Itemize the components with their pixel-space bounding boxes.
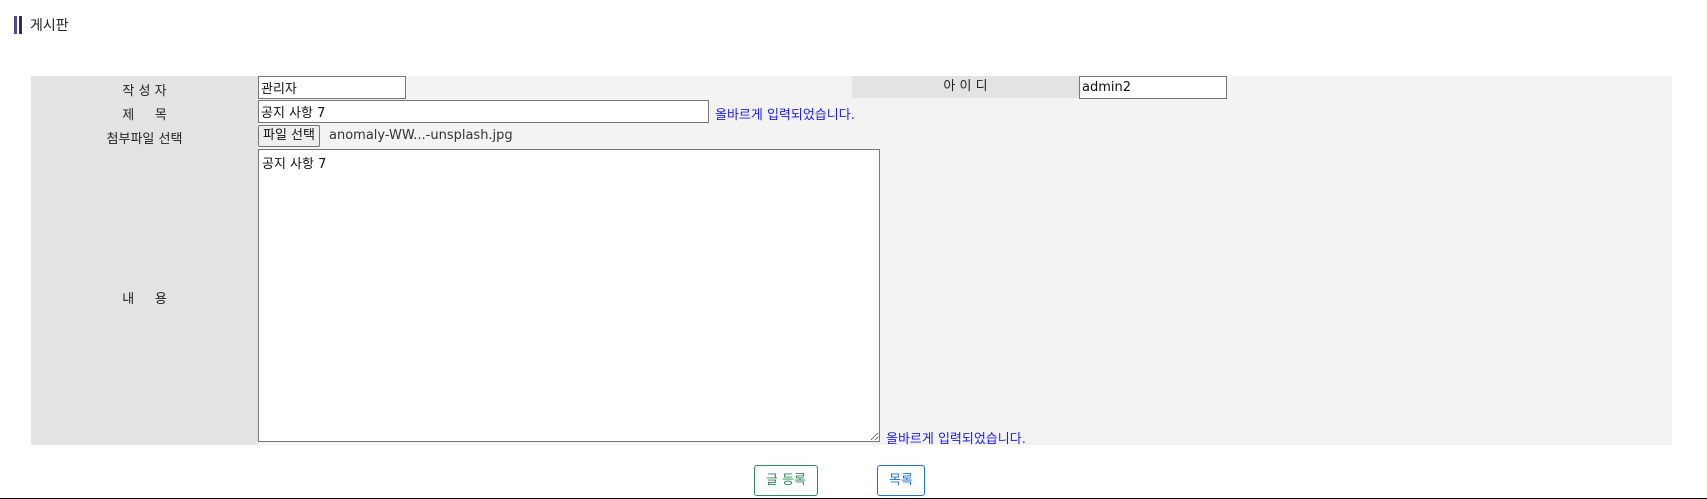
list-button[interactable]: 목록 (877, 465, 925, 496)
subject-valid-message: 올바르게 입력되었습니다. (715, 108, 855, 123)
page-header: 게시판 (14, 14, 69, 36)
author-label: 작 성 자 (122, 84, 167, 99)
author-input[interactable] (258, 76, 406, 99)
content-label: 내 용 (122, 292, 167, 307)
subject-input[interactable] (258, 100, 709, 123)
page-title: 게시판 (30, 18, 69, 34)
write-form: 작 성 자 제 목 첨부파일 선택 내 용 아 이 디 올바르게 입력되었습니다… (31, 76, 1672, 447)
subject-label: 제 목 (122, 108, 167, 123)
submit-post-button[interactable]: 글 등록 (754, 465, 818, 496)
file-name: anomaly-WW...-unsplash.jpg (329, 128, 513, 143)
file-select-button[interactable]: 파일 선택 (258, 125, 320, 147)
id-label: 아 이 디 (943, 79, 988, 94)
content-valid-message: 올바르게 입력되었습니다. (886, 432, 1026, 447)
content-textarea[interactable]: 공지 사항 7 (258, 149, 880, 442)
label-column: 작 성 자 제 목 첨부파일 선택 내 용 (31, 76, 258, 445)
id-label-cell: 아 이 디 (852, 76, 1079, 98)
title-bar-icon (14, 16, 22, 34)
attach-label: 첨부파일 선택 (106, 132, 183, 147)
id-input[interactable] (1079, 76, 1227, 99)
